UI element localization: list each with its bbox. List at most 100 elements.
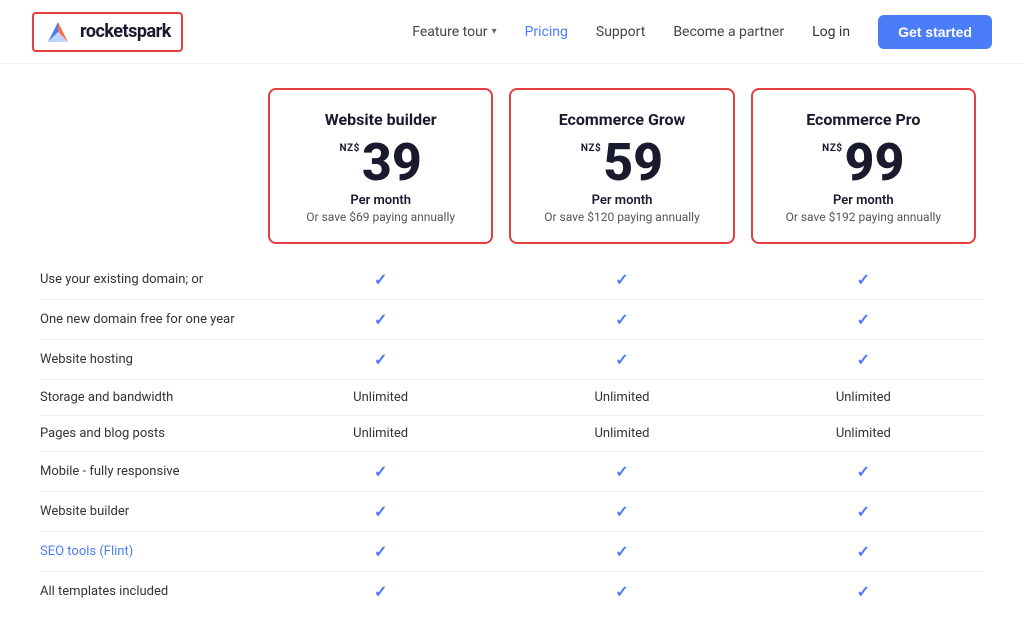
price-amount-2: 99 bbox=[845, 137, 905, 189]
feature-cell-3-2: Unlimited bbox=[743, 380, 984, 415]
feature-cell-8-0: ✓ bbox=[260, 572, 501, 611]
feature-cell-5-2: ✓ bbox=[743, 452, 984, 491]
currency-2: NZ$ bbox=[822, 143, 842, 154]
feature-row: Storage and bandwidth Unlimited Unlimited U… bbox=[40, 380, 984, 416]
unlimited-label: Unlimited bbox=[595, 390, 650, 405]
logo-icon bbox=[44, 18, 72, 46]
plan-name-1: Ecommerce Grow bbox=[527, 110, 716, 129]
plan-name-0: Website builder bbox=[286, 110, 475, 129]
nav-feature-tour[interactable]: Feature tour ▾ bbox=[412, 24, 496, 40]
feature-row: SEO tools (Flint) ✓ ✓ ✓ bbox=[40, 532, 984, 572]
nav-login[interactable]: Log in bbox=[812, 24, 850, 40]
per-month-0: Per month bbox=[286, 193, 475, 208]
check-icon: ✓ bbox=[374, 582, 387, 601]
price-row-0: NZ$ 39 bbox=[286, 137, 475, 189]
feature-cell-0-0: ✓ bbox=[260, 260, 501, 299]
plan-card-ecommerce-grow: Ecommerce Grow NZ$ 59 Per month Or save … bbox=[509, 88, 734, 244]
feature-name-1: One new domain free for one year bbox=[40, 302, 260, 337]
feature-cell-3-1: Unlimited bbox=[501, 380, 742, 415]
feature-cell-4-0: Unlimited bbox=[260, 416, 501, 451]
feature-name-0: Use your existing domain; or bbox=[40, 262, 260, 297]
unlimited-label: Unlimited bbox=[836, 390, 891, 405]
feature-cell-1-2: ✓ bbox=[743, 300, 984, 339]
feature-cell-6-1: ✓ bbox=[501, 492, 742, 531]
feature-cell-6-2: ✓ bbox=[743, 492, 984, 531]
feature-name-8: All templates included bbox=[40, 574, 260, 609]
nav-pricing[interactable]: Pricing bbox=[525, 24, 568, 40]
nav: Feature tour ▾ Pricing Support Become a … bbox=[412, 15, 992, 49]
feature-name-3: Storage and bandwidth bbox=[40, 380, 260, 415]
check-icon: ✓ bbox=[615, 462, 628, 481]
chevron-down-icon: ▾ bbox=[492, 26, 497, 37]
price-row-2: NZ$ 99 bbox=[769, 137, 958, 189]
check-icon: ✓ bbox=[857, 502, 870, 521]
check-icon: ✓ bbox=[615, 542, 628, 561]
feature-cell-0-2: ✓ bbox=[743, 260, 984, 299]
feature-cell-1-0: ✓ bbox=[260, 300, 501, 339]
check-icon: ✓ bbox=[374, 310, 387, 329]
unlimited-label: Unlimited bbox=[595, 426, 650, 441]
plan-card-website-builder: Website builder NZ$ 39 Per month Or save… bbox=[268, 88, 493, 244]
nav-support[interactable]: Support bbox=[596, 24, 645, 40]
check-icon: ✓ bbox=[615, 310, 628, 329]
price-amount-1: 59 bbox=[603, 137, 663, 189]
pricing-cards: Website builder NZ$ 39 Per month Or save… bbox=[40, 88, 984, 244]
check-icon: ✓ bbox=[857, 270, 870, 289]
save-text-0: Or save $69 paying annually bbox=[286, 210, 475, 224]
feature-table: Use your existing domain; or✓✓✓One new d… bbox=[40, 260, 984, 611]
main-content: Website builder NZ$ 39 Per month Or save… bbox=[0, 64, 1024, 631]
pricing-label-spacer bbox=[40, 88, 260, 244]
feature-cell-2-2: ✓ bbox=[743, 340, 984, 379]
feature-cell-4-2: Unlimited bbox=[743, 416, 984, 451]
feature-cell-7-1: ✓ bbox=[501, 532, 742, 571]
unlimited-label: Unlimited bbox=[353, 426, 408, 441]
check-icon: ✓ bbox=[857, 582, 870, 601]
feature-row: Website builder✓✓✓ bbox=[40, 492, 984, 532]
feature-cell-7-2: ✓ bbox=[743, 532, 984, 571]
feature-cell-6-0: ✓ bbox=[260, 492, 501, 531]
currency-0: NZ$ bbox=[339, 143, 359, 154]
feature-name-2: Website hosting bbox=[40, 342, 260, 377]
feature-cell-0-1: ✓ bbox=[501, 260, 742, 299]
header: rocketspark Feature tour ▾ Pricing Suppo… bbox=[0, 0, 1024, 64]
feature-row: One new domain free for one year ✓ ✓ ✓ bbox=[40, 300, 984, 340]
check-icon: ✓ bbox=[615, 350, 628, 369]
feature-row: Mobile - fully responsive✓✓✓ bbox=[40, 452, 984, 492]
nav-become-partner[interactable]: Become a partner bbox=[673, 24, 784, 40]
feature-cell-5-0: ✓ bbox=[260, 452, 501, 491]
logo-text: rocketspark bbox=[80, 21, 171, 42]
feature-cell-8-2: ✓ bbox=[743, 572, 984, 611]
feature-name-4: Pages and blog posts bbox=[40, 416, 260, 451]
feature-row: All templates included ✓ ✓ ✓ bbox=[40, 572, 984, 611]
price-row-1: NZ$ 59 bbox=[527, 137, 716, 189]
unlimited-label: Unlimited bbox=[836, 426, 891, 441]
check-icon: ✓ bbox=[857, 310, 870, 329]
feature-name-7[interactable]: SEO tools (Flint) bbox=[40, 534, 260, 569]
check-icon: ✓ bbox=[374, 542, 387, 561]
feature-cell-2-1: ✓ bbox=[501, 340, 742, 379]
check-icon: ✓ bbox=[615, 502, 628, 521]
check-icon: ✓ bbox=[615, 270, 628, 289]
check-icon: ✓ bbox=[374, 270, 387, 289]
feature-cell-8-1: ✓ bbox=[501, 572, 742, 611]
check-icon: ✓ bbox=[374, 462, 387, 481]
check-icon: ✓ bbox=[857, 542, 870, 561]
feature-cell-5-1: ✓ bbox=[501, 452, 742, 491]
logo[interactable]: rocketspark bbox=[32, 12, 183, 52]
feature-row: Website hosting ✓ ✓ ✓ bbox=[40, 340, 984, 380]
feature-cell-7-0: ✓ bbox=[260, 532, 501, 571]
get-started-button[interactable]: Get started bbox=[878, 15, 992, 49]
price-amount-0: 39 bbox=[362, 137, 422, 189]
feature-name-6: Website builder bbox=[40, 494, 260, 529]
check-icon: ✓ bbox=[374, 350, 387, 369]
feature-cell-4-1: Unlimited bbox=[501, 416, 742, 451]
feature-cell-2-0: ✓ bbox=[260, 340, 501, 379]
check-icon: ✓ bbox=[857, 350, 870, 369]
check-icon: ✓ bbox=[857, 462, 870, 481]
unlimited-label: Unlimited bbox=[353, 390, 408, 405]
save-text-2: Or save $192 paying annually bbox=[769, 210, 958, 224]
plan-card-ecommerce-pro: Ecommerce Pro NZ$ 99 Per month Or save $… bbox=[751, 88, 976, 244]
per-month-1: Per month bbox=[527, 193, 716, 208]
check-icon: ✓ bbox=[615, 582, 628, 601]
feature-cell-1-1: ✓ bbox=[501, 300, 742, 339]
